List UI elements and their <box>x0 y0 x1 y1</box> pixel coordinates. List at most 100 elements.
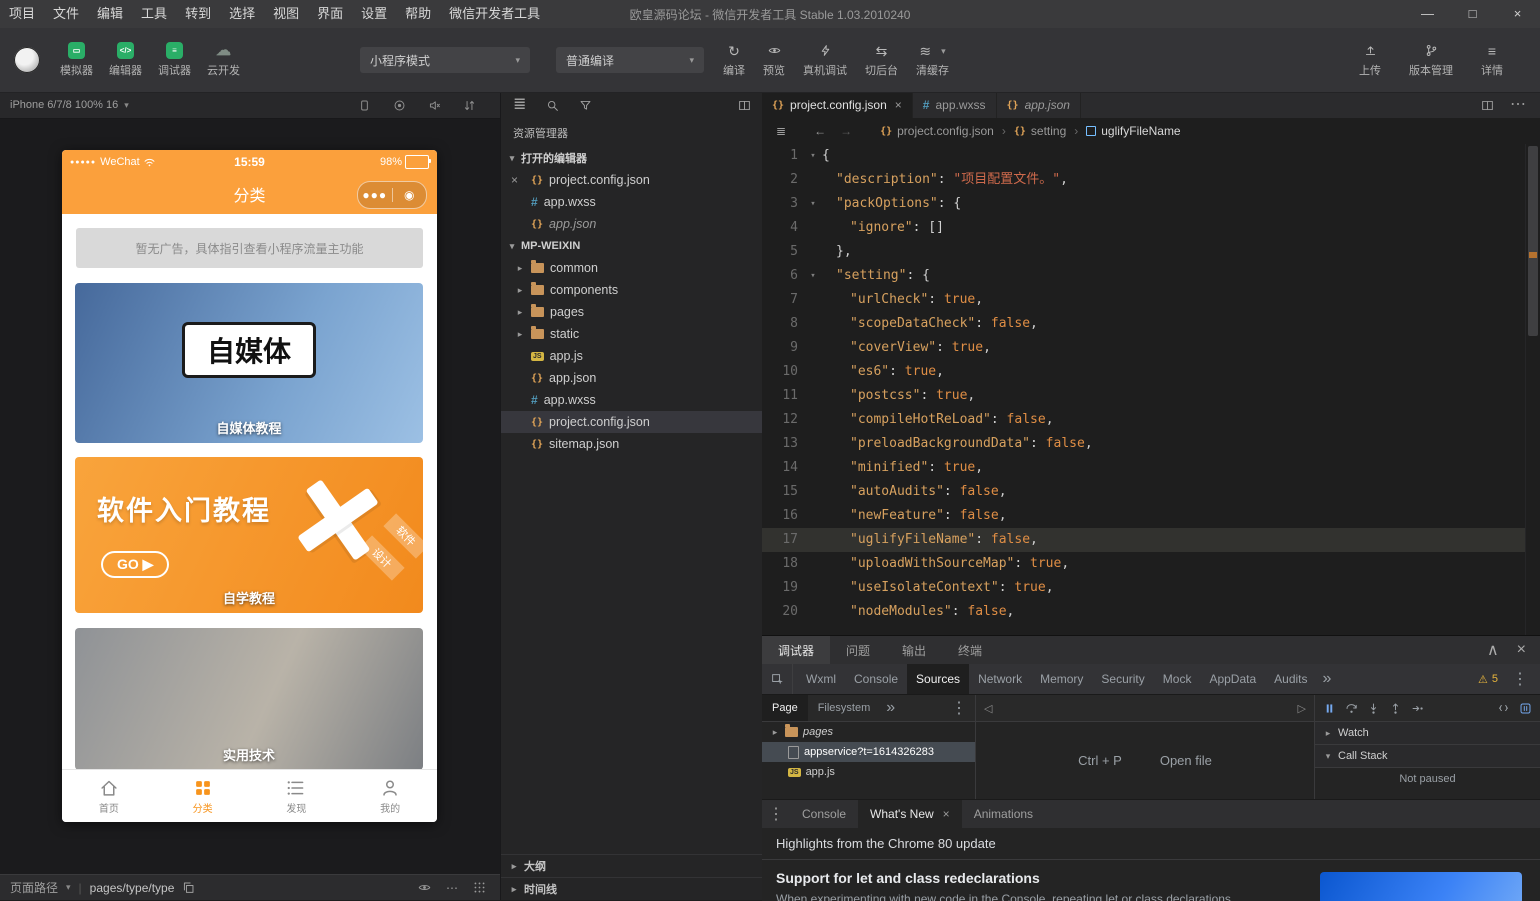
device-selector[interactable]: iPhone 6/7/8 100% 16 <box>10 99 118 111</box>
code-line[interactable]: 15"autoAudits": false, <box>762 480 1526 504</box>
breadcrumb-item[interactable]: uglifyFileName <box>1086 124 1180 138</box>
project-section-header[interactable]: ▾ MP-WEIXIN <box>501 235 763 257</box>
code-line[interactable]: 7"urlCheck": true, <box>762 288 1526 312</box>
back-icon[interactable]: ← <box>814 124 826 138</box>
file-item[interactable]: {}sitemap.json <box>501 433 763 455</box>
format-icon[interactable] <box>1497 702 1510 715</box>
kebab-icon[interactable]: ⋮ <box>943 695 975 721</box>
code-line[interactable]: 2"description": "项目配置文件。", <box>762 168 1526 192</box>
category-card-software[interactable]: 软件入门教程 GO ▶ 设计 软件 自学教程 <box>75 457 423 613</box>
action-background[interactable]: ⇆切后台 <box>856 43 907 78</box>
step-into-icon[interactable] <box>1367 702 1380 715</box>
open-editor-item[interactable]: #app.wxss <box>501 191 763 213</box>
scrollbar-thumb[interactable] <box>1528 146 1538 336</box>
record-icon[interactable] <box>393 99 406 112</box>
menu-item[interactable]: 工具 <box>132 0 176 28</box>
navigator-tab-page[interactable]: Page <box>762 695 808 721</box>
drawer-tab[interactable]: Animations <box>962 800 1045 828</box>
code-line[interactable]: 9"coverView": true, <box>762 336 1526 360</box>
code-line[interactable]: 19"useIsolateContext": true, <box>762 576 1526 600</box>
next-tab-icon[interactable]: ▷ <box>1298 702 1306 715</box>
search-icon[interactable] <box>546 99 559 112</box>
toolbar-cloud[interactable]: ☁云开发 <box>199 42 248 78</box>
debug-tab[interactable]: 调试器 <box>762 636 830 664</box>
collapse-icon[interactable]: ∧ <box>1487 640 1499 660</box>
split-icon[interactable] <box>1481 99 1494 112</box>
grid-icon[interactable] <box>473 881 486 894</box>
step-out-icon[interactable] <box>1389 702 1402 715</box>
step-icon[interactable] <box>1411 702 1424 715</box>
forward-icon[interactable]: → <box>840 124 852 138</box>
tab-category[interactable]: 分类 <box>156 770 250 822</box>
devtools-tab-network[interactable]: Network <box>969 664 1031 694</box>
kebab-icon[interactable]: ⋮ <box>762 800 790 828</box>
file-item[interactable]: JSapp.js <box>501 345 763 367</box>
more-tabs-icon[interactable]: » <box>882 695 899 721</box>
menu-item[interactable]: 文件 <box>44 0 88 28</box>
more-tabs-icon[interactable]: » <box>1317 664 1338 694</box>
explorer-section-大纲[interactable]: ▸大纲 <box>501 854 763 877</box>
maximize-button[interactable]: □ <box>1450 0 1495 28</box>
drawer-tab[interactable]: What's New× <box>858 800 962 828</box>
code-line[interactable]: 4"ignore": [] <box>762 216 1526 240</box>
action-eye[interactable]: 预览 <box>754 43 794 78</box>
inspect-icon-wrap[interactable] <box>762 664 793 694</box>
compile-dropdown[interactable]: 普通编译 ▾ <box>556 47 704 73</box>
devtools-tab-wxml[interactable]: Wxml <box>797 664 845 694</box>
eye-icon[interactable] <box>418 881 431 894</box>
close-icon[interactable]: × <box>1517 641 1526 659</box>
prev-tab-icon[interactable]: ◁ <box>984 702 992 715</box>
editor-scrollbar[interactable] <box>1525 144 1540 635</box>
action-details[interactable]: ≡详情 <box>1472 43 1512 78</box>
exit-icon[interactable]: ◉ <box>393 188 427 202</box>
menu-item[interactable]: 帮助 <box>396 0 440 28</box>
action-branch[interactable]: 版本管理 <box>1400 43 1462 78</box>
close-icon[interactable]: × <box>943 807 950 821</box>
fold-icon[interactable]: ▾ <box>804 264 822 288</box>
category-card-practical[interactable]: 实用技术 <box>75 628 423 770</box>
code-line[interactable]: 13"preloadBackgroundData": false, <box>762 432 1526 456</box>
debug-tab[interactable]: 终端 <box>942 636 998 664</box>
warning-badge[interactable]: ⚠5 <box>1478 673 1498 686</box>
code-line[interactable]: 1▾{ <box>762 144 1526 168</box>
devtools-tab-appdata[interactable]: AppData <box>1200 664 1265 694</box>
tab-discover[interactable]: 发现 <box>250 770 344 822</box>
fold-icon[interactable]: ▾ <box>804 144 822 168</box>
folder-item[interactable]: ▸common <box>501 257 763 279</box>
open-editor-item[interactable]: {}app.json <box>501 213 763 235</box>
tab-home[interactable]: 首页 <box>62 770 156 822</box>
more-icon[interactable]: ●●● <box>358 190 392 200</box>
code-line[interactable]: 3▾"packOptions": { <box>762 192 1526 216</box>
go-button[interactable]: GO ▶ <box>101 551 169 578</box>
menu-item[interactable]: 转到 <box>176 0 220 28</box>
devtools-tab-memory[interactable]: Memory <box>1031 664 1092 694</box>
step-over-icon[interactable] <box>1345 702 1358 715</box>
network-icon[interactable] <box>463 99 476 112</box>
file-item[interactable]: {}app.json <box>501 367 763 389</box>
toolbar-editor[interactable]: </>编辑器 <box>101 42 150 78</box>
rotate-icon[interactable] <box>358 99 371 112</box>
file-item[interactable]: #app.wxss <box>501 389 763 411</box>
action-clear-cache[interactable]: ≋▾清缓存 <box>907 43 958 78</box>
code-line[interactable]: 5}, <box>762 240 1526 264</box>
code-line[interactable]: 17"uglifyFileName": false, <box>762 528 1526 552</box>
code-line[interactable]: 11"postcss": true, <box>762 384 1526 408</box>
tab-profile[interactable]: 我的 <box>343 770 437 822</box>
code-line[interactable]: 18"uploadWithSourceMap": true, <box>762 552 1526 576</box>
tree-item[interactable]: appservice?t=1614326283 <box>762 742 975 762</box>
category-card-media[interactable]: 自媒体 自媒体教程 <box>75 283 423 443</box>
breadcrumb-item[interactable]: {}project.config.json <box>880 124 994 138</box>
code-line[interactable]: 6▾"setting": { <box>762 264 1526 288</box>
code-line[interactable]: 8"scopeDataCheck": false, <box>762 312 1526 336</box>
drawer-tab[interactable]: Console <box>790 800 858 828</box>
debug-tab[interactable]: 问题 <box>830 636 886 664</box>
toolbar-simulator[interactable]: ▭模拟器 <box>52 42 101 78</box>
split-icon[interactable] <box>738 99 751 112</box>
copy-icon[interactable] <box>182 881 195 894</box>
file-item[interactable]: {}project.config.json <box>501 411 763 433</box>
whats-new-article[interactable]: Support for let and class redeclarations… <box>762 860 1320 901</box>
pause-icon[interactable] <box>1323 702 1336 715</box>
article-thumbnail[interactable] <box>1320 872 1522 901</box>
callstack-section[interactable]: ▾ Call Stack <box>1315 745 1540 768</box>
code-editor[interactable]: 1▾{2"description": "项目配置文件。",3▾"packOpti… <box>762 144 1526 635</box>
